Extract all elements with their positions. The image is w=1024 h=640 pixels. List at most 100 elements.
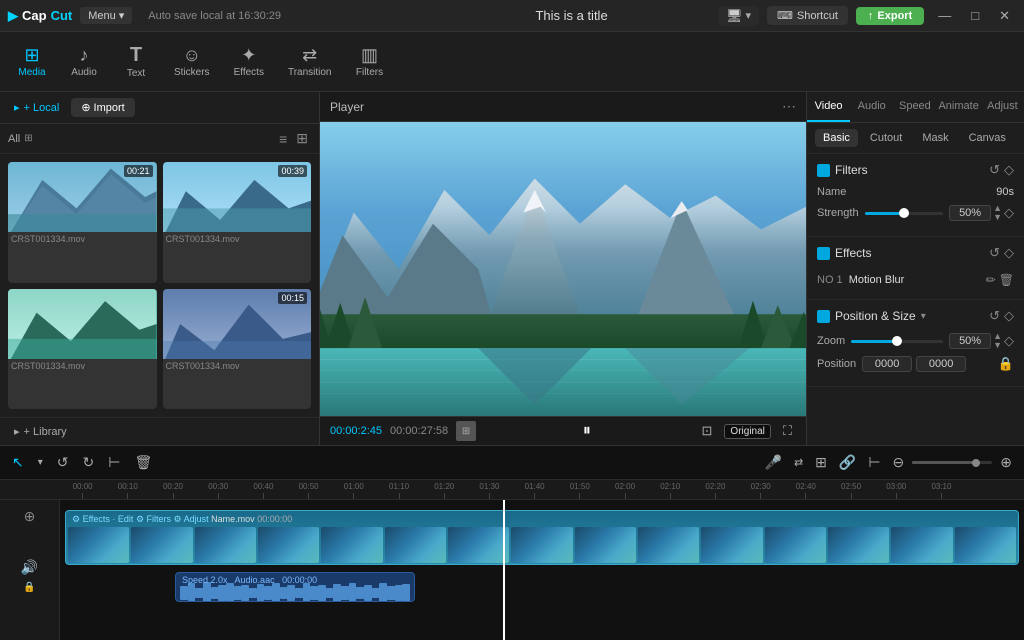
effects-copy-button[interactable]: ◇: [1004, 245, 1014, 261]
delete-button[interactable]: 🗑: [130, 452, 156, 473]
timeline-zoom-slider[interactable]: [912, 461, 992, 464]
thumb-filename: CRST001334.mov: [163, 359, 312, 373]
zoom-slider[interactable]: [851, 340, 943, 343]
subtab-mask[interactable]: Mask: [914, 129, 956, 147]
maximize-button[interactable]: □: [965, 8, 985, 23]
ruler-line: [263, 493, 264, 499]
mic-button[interactable]: 🎤: [761, 452, 786, 473]
filters-strength-slider[interactable]: [865, 212, 943, 215]
position-copy-button[interactable]: ◇: [1004, 308, 1014, 324]
add-track-button[interactable]: ⊕: [24, 508, 36, 525]
tab-audio[interactable]: Audio: [850, 92, 893, 122]
video-clip[interactable]: ⚙ Effects · Edit ⚙ Filters ⚙ Adjust Name…: [65, 510, 1019, 565]
position-checkbox[interactable]: [817, 310, 830, 323]
import-plus: ⊕: [81, 101, 90, 114]
zoom-down[interactable]: ▼: [993, 341, 1002, 350]
arrow-dropdown[interactable]: ▾: [34, 455, 47, 470]
toolbar-audio[interactable]: ♪ Audio: [60, 42, 108, 82]
toolbar-stickers[interactable]: ☺ Stickers: [164, 42, 220, 82]
import-button[interactable]: ⊕ Import: [71, 98, 134, 117]
app-logo: ▶ CapCut: [8, 8, 72, 24]
toolbar-filters[interactable]: ▥ Filters: [346, 42, 394, 82]
strength-down[interactable]: ▼: [993, 213, 1002, 222]
export-label: Export: [877, 10, 912, 22]
tab-adjust[interactable]: Adjust: [981, 92, 1024, 122]
playhead[interactable]: [503, 500, 505, 640]
position-lock-button[interactable]: 🔒: [998, 356, 1014, 372]
audio-clip[interactable]: Speed 2.0x Audio.aac 00:00:00: [175, 572, 415, 602]
ruler-mark: 02:30: [738, 482, 783, 499]
monitor-button[interactable]: 🖥 ▾: [718, 6, 759, 26]
position-reset-button[interactable]: ↺: [989, 308, 1000, 324]
menu-button[interactable]: Menu ▾: [80, 7, 132, 24]
effects-icon: ✦: [241, 46, 256, 64]
list-view-button[interactable]: ≡: [276, 128, 290, 149]
ruler-mark: 01:00: [331, 482, 376, 499]
close-button[interactable]: ✕: [993, 8, 1016, 24]
split2-button[interactable]: ⊢: [864, 452, 884, 473]
tab-video[interactable]: Video: [807, 92, 850, 122]
zoom-track[interactable]: [851, 340, 943, 343]
position-actions: ↺ ◇: [989, 308, 1014, 324]
audio-track-button[interactable]: 🔊: [21, 559, 38, 576]
link-button[interactable]: 🔗: [835, 452, 860, 473]
toolbar-text[interactable]: T Text: [112, 41, 160, 83]
zoom-out-button[interactable]: ⊖: [889, 452, 909, 473]
toolbar-media[interactable]: ⊞ Media: [8, 42, 56, 82]
media-item[interactable]: CRST001334.mov: [8, 289, 157, 410]
strength-input[interactable]: 50%: [949, 205, 991, 221]
ruler-line: [579, 493, 580, 499]
media-item[interactable]: 00:15 CRST001334.mov: [163, 289, 312, 410]
zoom-thumb[interactable]: [892, 336, 902, 346]
subtab-cutout[interactable]: Cutout: [862, 129, 910, 147]
minimize-button[interactable]: —: [932, 8, 957, 23]
effects-checkbox[interactable]: [817, 247, 830, 260]
zoom-reset-button[interactable]: ◇: [1004, 333, 1014, 349]
position-x-input[interactable]: 0000: [862, 356, 912, 372]
zoom-slider-thumb[interactable]: [972, 459, 980, 467]
effect-delete-button[interactable]: 🗑: [999, 273, 1014, 287]
ruler-line: [851, 493, 852, 499]
fullscreen-preview-button[interactable]: ⊡: [698, 421, 717, 441]
player-menu-button[interactable]: ⋯: [782, 98, 796, 115]
nav-local[interactable]: ▸ + Local: [8, 98, 65, 117]
toolbar-effects[interactable]: ✦ Effects: [224, 42, 274, 82]
strength-reset-button[interactable]: ◇: [1004, 205, 1014, 221]
zoom-level-badge[interactable]: Original: [724, 424, 770, 439]
cursor-tool[interactable]: ↖: [8, 452, 28, 473]
effect-number: NO 1: [817, 274, 843, 286]
toolbar-transition[interactable]: ⇄ Transition: [278, 42, 342, 82]
shortcut-button[interactable]: ⌨ Shortcut: [767, 6, 848, 25]
media-item[interactable]: 00:39 CRST001334.mov: [163, 162, 312, 283]
zoom-in-button[interactable]: ⊕: [996, 452, 1016, 473]
redo-button[interactable]: ↻: [79, 452, 99, 473]
tab-animate[interactable]: Animate: [936, 92, 980, 122]
effects-reset-button[interactable]: ↺: [989, 245, 1000, 261]
fullscreen-button[interactable]: ⛶: [779, 421, 796, 441]
zoom-input[interactable]: 50%: [949, 333, 991, 349]
position-y-input[interactable]: 0000: [916, 356, 966, 372]
play-button[interactable]: ⏸: [583, 422, 591, 440]
grid-overlay-button[interactable]: ⊞: [456, 421, 476, 441]
track-select-button[interactable]: ⊞: [811, 452, 831, 473]
topbar: ▶ CapCut Menu ▾ Auto save local at 16:30…: [0, 0, 1024, 32]
ruler-time: 01:10: [389, 482, 409, 491]
nav-library[interactable]: ▸ + Library: [8, 422, 311, 441]
extract-audio-button[interactable]: ⇄: [790, 454, 807, 471]
subtab-basic[interactable]: Basic: [815, 129, 858, 147]
filters-copy-button[interactable]: ◇: [1004, 162, 1014, 178]
split-button[interactable]: ⊢: [104, 452, 124, 473]
grid-view-button[interactable]: ⊞: [293, 128, 311, 149]
strength-track[interactable]: [865, 212, 943, 215]
tab-speed[interactable]: Speed: [893, 92, 936, 122]
media-item[interactable]: 00:21 CRST001334.mov: [8, 162, 157, 283]
strength-thumb[interactable]: [899, 208, 909, 218]
clip-frame: [891, 527, 952, 563]
subtab-canvas[interactable]: Canvas: [961, 129, 1014, 147]
filters-checkbox[interactable]: [817, 164, 830, 177]
filters-reset-button[interactable]: ↺: [989, 162, 1000, 178]
ruler-mark: 02:00: [602, 482, 647, 499]
export-button[interactable]: ↑ Export: [856, 7, 924, 25]
effect-edit-button[interactable]: ✏: [986, 273, 996, 287]
undo-button[interactable]: ↺: [53, 452, 73, 473]
